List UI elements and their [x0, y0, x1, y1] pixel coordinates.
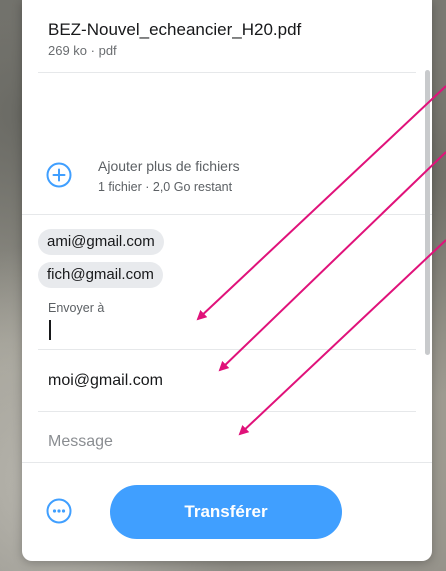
annotation-arrow: [218, 151, 446, 372]
annotation-arrows: [196, 85, 446, 436]
annotation-arrow: [196, 85, 446, 321]
annotation-arrow: [238, 239, 446, 436]
